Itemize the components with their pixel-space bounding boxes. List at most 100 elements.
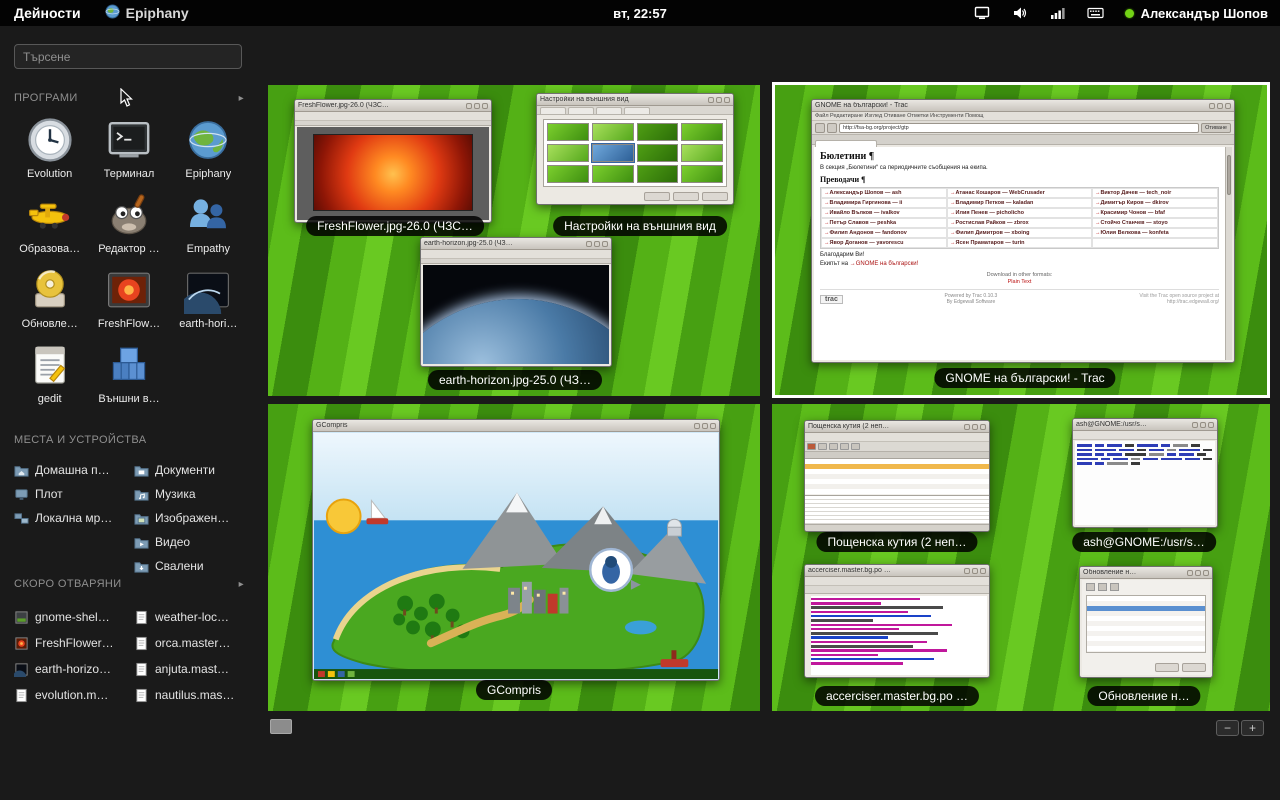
place-item-pictures[interactable]: Изображен… <box>134 506 252 530</box>
updates-buttons <box>1155 663 1206 672</box>
table-cell[interactable]: →Владимир Петков — kaladan <box>947 198 1092 208</box>
table-cell[interactable]: →Филип Андонов — fandonov <box>821 228 947 238</box>
table-cell[interactable]: →Петър Славов — peshka <box>821 218 947 228</box>
clock-button[interactable]: вт, 22:57 <box>613 6 667 21</box>
workspace-1[interactable]: FreshFlower.jpg-26.0 (ЧЗС… FreshFlower.j… <box>268 85 760 396</box>
place-item-documents[interactable]: Документи <box>134 458 252 482</box>
recent-item-freshflower[interactable]: FreshFlower… <box>14 630 132 656</box>
trac-logo[interactable]: trac <box>820 295 843 304</box>
table-cell[interactable]: →Ясен Праматаров — turin <box>947 238 1092 248</box>
network-signal-icon[interactable] <box>1049 5 1067 21</box>
team-link[interactable]: →GNOME на български! <box>850 261 919 267</box>
presence-available-icon <box>1125 9 1134 18</box>
recent-item-earth-horizon[interactable]: earth-horizo… <box>14 656 132 682</box>
window-preview-mailbox[interactable]: Пощенска кутия (2 неп… <box>804 420 990 532</box>
app-item-external-tools[interactable]: Външни в… <box>92 339 166 405</box>
app-menu-button[interactable]: Epiphany <box>95 4 199 22</box>
activities-button[interactable]: Дейности <box>0 5 95 21</box>
scrollbar[interactable] <box>1225 147 1232 360</box>
place-item-home[interactable]: Домашна п… <box>14 458 132 482</box>
place-item-desktop[interactable]: Плот <box>14 482 132 506</box>
terminal-icon <box>103 114 155 166</box>
workspace-4[interactable]: Пощенска кутия (2 неп… Пощенска кутия (2… <box>772 404 1270 711</box>
window-preview-gcompris[interactable]: GCompris <box>312 419 720 681</box>
table-cell[interactable]: →Ивайло Вълков — ivalkov <box>821 208 947 218</box>
window-preview-freshflower[interactable]: FreshFlower.jpg-26.0 (ЧЗС… <box>294 99 492 223</box>
window-preview-accerciser-po[interactable]: accerciser.master.bg.po … <box>804 564 990 678</box>
window-buttons-icon <box>1192 422 1214 428</box>
recent-item-evolution-file[interactable]: evolution.m… <box>14 682 132 708</box>
user-menu-button[interactable]: Александър Шопов <box>1125 6 1268 21</box>
table-cell[interactable]: →Ростислав Райков — zbrox <box>947 218 1092 228</box>
app-item-empathy[interactable]: Empathy <box>171 189 245 255</box>
place-item-downloads[interactable]: Свалени <box>134 554 252 578</box>
window-preview-earth-horizon[interactable]: earth-horizon.jpg-25.0 (ЧЗ… <box>420 237 612 367</box>
programs-expander-icon[interactable]: ▸ <box>239 93 244 104</box>
recent-expander-icon[interactable]: ▸ <box>239 579 244 590</box>
window-titlebar-text: accerciser.master.bg.po … <box>808 567 964 574</box>
text-document-icon <box>134 688 149 703</box>
recent-item-anjuta-master[interactable]: anjuta.mast… <box>134 656 252 682</box>
forward-icon[interactable] <box>827 123 837 133</box>
window-preview-updates[interactable]: Обновление н… <box>1079 566 1213 678</box>
app-item-freshflower[interactable]: FreshFlow… <box>92 264 166 330</box>
recent-item-orca-master[interactable]: orca.master… <box>134 630 252 656</box>
window-titlebar-text: ash@GNOME:/usr/s… <box>1076 421 1192 428</box>
app-item-epiphany[interactable]: Epiphany <box>171 114 245 180</box>
window-preview-trac[interactable]: GNOME на български! - Trac Файл Редактир… <box>811 99 1235 363</box>
selected-message-row <box>805 464 989 469</box>
back-icon[interactable] <box>815 123 825 133</box>
dialog-button[interactable] <box>1155 663 1179 672</box>
app-item-earth-horizon[interactable]: earth-hori… <box>171 264 245 330</box>
app-item-evolution[interactable]: Evolution <box>13 114 87 180</box>
gedit-icon <box>24 339 76 391</box>
window-preview-terminal[interactable]: ash@GNOME:/usr/s… <box>1072 418 1218 528</box>
trac-page: Бюлетини ¶ В секция „Бюлетини“ са период… <box>814 147 1225 360</box>
place-item-music[interactable]: Музика <box>134 482 252 506</box>
search-input[interactable] <box>14 44 242 69</box>
table-cell[interactable]: →Стойчо Станчев — stoyo <box>1092 218 1218 228</box>
scrollbar-thumb[interactable] <box>1227 155 1231 195</box>
app-label: Empathy <box>187 243 230 255</box>
updates-toolbar <box>1086 583 1119 591</box>
zoom-out-button[interactable]: − <box>1216 720 1239 736</box>
go-button[interactable]: Отиване <box>1201 123 1231 133</box>
table-cell[interactable]: →Юлия Велкова — konfeta <box>1092 228 1218 238</box>
app-label: Образова… <box>19 243 80 255</box>
table-cell[interactable]: →Илия Пенев — picholicho <box>947 208 1092 218</box>
window-preview-appearance[interactable]: Настройки на външния вид <box>536 93 734 205</box>
display-icon[interactable] <box>973 5 991 21</box>
table-cell[interactable]: →Красимир Чонов — bfaf <box>1092 208 1218 218</box>
workspace-3[interactable]: GCompris <box>268 404 760 711</box>
window-titlebar-text: Настройки на външния вид <box>540 96 708 103</box>
dialog-button[interactable] <box>1182 663 1206 672</box>
table-cell[interactable]: →Александър Шопов — ash <box>821 188 947 198</box>
table-cell[interactable]: →Явор Доганов — yavorescu <box>821 238 947 248</box>
window-title-mailbox: Пощенска кутия (2 неп… <box>816 532 977 552</box>
app-item-gimp[interactable]: Редактор … <box>92 189 166 255</box>
app-item-terminal[interactable]: Терминал <box>92 114 166 180</box>
zoom-in-button[interactable]: + <box>1241 720 1264 736</box>
mail-preview-pane <box>805 495 989 524</box>
app-item-software-update[interactable]: Обновле… <box>13 264 87 330</box>
text-document-icon <box>14 688 29 703</box>
table-cell[interactable]: →Владимира Гиргинова — ii <box>821 198 947 208</box>
table-cell[interactable]: →Атанас Кошаров — WebCrusader <box>947 188 1092 198</box>
workspace-2-active[interactable]: GNOME на български! - Trac Файл Редактир… <box>772 82 1270 398</box>
workspace-pager[interactable] <box>270 719 292 734</box>
table-cell[interactable]: →Филип Димитров — xboing <box>947 228 1092 238</box>
keyboard-icon[interactable] <box>1087 5 1105 21</box>
recent-item-weather-locations[interactable]: weather-loc… <box>134 604 252 630</box>
mail-message-list <box>805 459 989 495</box>
plain-text-link[interactable]: Plain Text <box>820 279 1219 285</box>
app-item-gedit[interactable]: gedit <box>13 339 87 405</box>
volume-icon[interactable] <box>1011 5 1029 21</box>
url-bar[interactable]: http://fsa-bg.org/project/gtp <box>839 123 1199 133</box>
place-item-videos[interactable]: Видео <box>134 530 252 554</box>
table-cell[interactable]: →Димитър Киров — dkirov <box>1092 198 1218 208</box>
place-item-network[interactable]: Локална мр… <box>14 506 132 530</box>
recent-item-gnome-shell[interactable]: gnome-shel… <box>14 604 132 630</box>
app-item-gcompris[interactable]: Образова… <box>13 189 87 255</box>
table-cell[interactable]: →Виктор Дачев — tech_noir <box>1092 188 1218 198</box>
recent-item-nautilus-master[interactable]: nautilus.mas… <box>134 682 252 708</box>
